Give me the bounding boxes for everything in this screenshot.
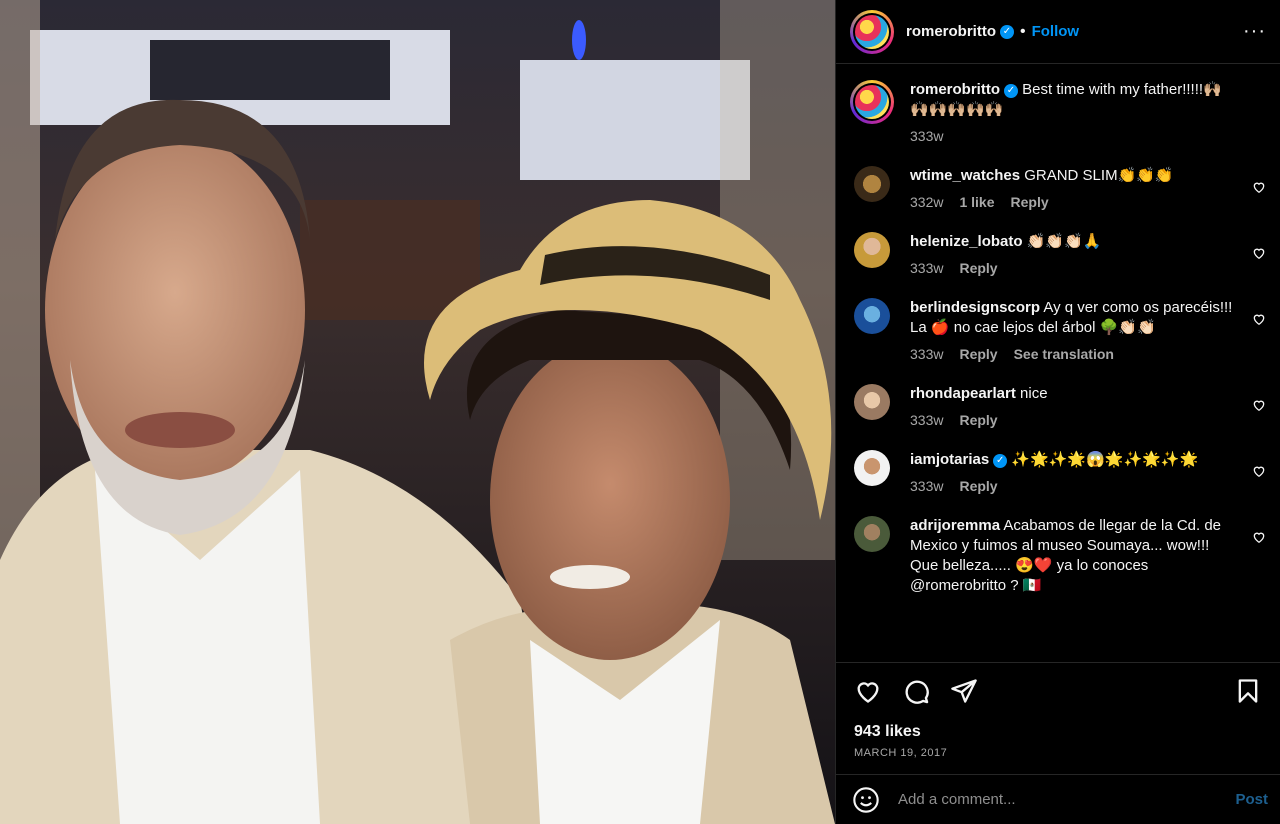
comment-username[interactable]: helenize_lobato: [910, 233, 1023, 250]
comment-username[interactable]: wtime_watches: [910, 167, 1020, 184]
caption: romerobritto ✓ Best time with my father!!…: [850, 64, 1266, 144]
post-comment-button[interactable]: Post: [1235, 791, 1268, 808]
like-icon[interactable]: [854, 677, 882, 705]
reply-button[interactable]: Reply: [959, 346, 997, 362]
post-photo[interactable]: [0, 0, 835, 824]
comment-row: rhondapearlart nice 333w Reply: [850, 384, 1266, 428]
verified-icon: ✓: [1004, 84, 1018, 98]
comment-row: iamjotarias ✓ ✨🌟✨🌟😱🌟✨🌟✨🌟 333w Reply: [850, 450, 1266, 494]
comment-time[interactable]: 333w: [910, 412, 943, 428]
comment-text: GRAND SLIM👏👏👏: [1024, 167, 1174, 184]
comment-text: 👏🏻👏🏻👏🏻🙏: [1026, 233, 1102, 250]
comment-username[interactable]: adrijoremma: [910, 517, 1000, 534]
comments-list[interactable]: romerobritto ✓ Best time with my father!!…: [836, 64, 1280, 662]
author-username[interactable]: romerobritto: [906, 23, 996, 40]
comment-icon[interactable]: [902, 677, 930, 705]
comment-time[interactable]: 333w: [910, 346, 943, 362]
comment-time[interactable]: 333w: [910, 478, 943, 494]
verified-icon: ✓: [993, 454, 1008, 468]
comment-avatar[interactable]: [854, 384, 890, 420]
see-translation-button[interactable]: See translation: [1014, 346, 1114, 362]
comment-username[interactable]: berlindesignscorp: [910, 299, 1040, 316]
separator-dot: •: [1020, 22, 1026, 40]
reply-button[interactable]: Reply: [959, 260, 997, 276]
comment-avatar[interactable]: [854, 516, 890, 552]
comment-row: helenize_lobato 👏🏻👏🏻👏🏻🙏 333w Reply: [850, 232, 1266, 276]
share-icon[interactable]: [950, 677, 978, 705]
caption-text-line: romerobritto ✓ Best time with my father!!…: [910, 80, 1240, 120]
photo-illustration: [0, 0, 835, 824]
comment-text: ✨🌟✨🌟😱🌟✨🌟✨🌟: [1011, 451, 1199, 468]
like-comment-icon[interactable]: [1252, 398, 1266, 412]
comment-input[interactable]: Add a comment...: [898, 791, 1235, 808]
reply-button[interactable]: Reply: [959, 478, 997, 494]
comment-text: nice: [1020, 385, 1048, 402]
comment-row: wtime_watches GRAND SLIM👏👏👏 332w 1 like …: [850, 166, 1266, 210]
more-options-icon[interactable]: ···: [1243, 20, 1266, 43]
emoji-icon[interactable]: [852, 786, 880, 814]
like-comment-icon[interactable]: [1252, 312, 1266, 326]
author-avatar[interactable]: [850, 9, 894, 54]
comment-avatar[interactable]: [854, 166, 890, 202]
comment-likes[interactable]: 1 like: [959, 194, 994, 210]
post-details-panel: romerobritto ✓ • Follow ··· romerobritto…: [835, 0, 1280, 824]
like-comment-icon[interactable]: [1252, 530, 1266, 544]
like-comment-icon[interactable]: [1252, 180, 1266, 194]
like-comment-icon[interactable]: [1252, 246, 1266, 260]
comment-avatar[interactable]: [854, 298, 890, 334]
post-header: romerobritto ✓ • Follow ···: [836, 0, 1280, 64]
comment-username[interactable]: rhondapearlart: [910, 385, 1016, 402]
reply-button[interactable]: Reply: [959, 412, 997, 428]
comment-time[interactable]: 332w: [910, 194, 943, 210]
comment-avatar[interactable]: [854, 450, 890, 486]
add-comment-bar: Add a comment... Post: [836, 774, 1280, 824]
comment-avatar[interactable]: [854, 232, 890, 268]
post-date: MARCH 19, 2017: [854, 747, 948, 759]
verified-icon: ✓: [1000, 24, 1014, 39]
caption-time[interactable]: 333w: [910, 128, 943, 144]
caption-avatar[interactable]: [850, 80, 894, 124]
like-comment-icon[interactable]: [1252, 464, 1266, 478]
comment-username[interactable]: iamjotarias: [910, 451, 989, 468]
comment-row: adrijoremma Acabamos de llegar de la Cd.…: [850, 516, 1266, 596]
likes-count[interactable]: 943 likes: [854, 723, 1262, 741]
reply-button[interactable]: Reply: [1011, 194, 1049, 210]
post-actions: 943 likes MARCH 19, 2017: [836, 662, 1280, 774]
follow-button[interactable]: Follow: [1032, 23, 1080, 40]
comment-row: berlindesignscorp Ay q ver como os parec…: [850, 298, 1266, 362]
save-icon[interactable]: [1234, 677, 1262, 705]
caption-username[interactable]: romerobritto: [910, 81, 1000, 98]
comment-time[interactable]: 333w: [910, 260, 943, 276]
